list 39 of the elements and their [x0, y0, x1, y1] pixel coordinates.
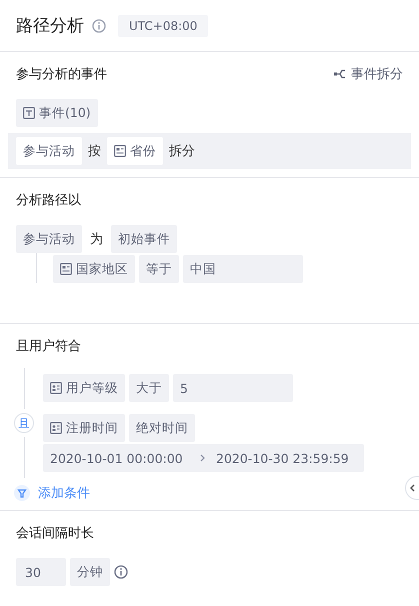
user-card-icon	[50, 422, 62, 434]
filter-icon	[14, 485, 30, 501]
property-icon	[60, 263, 72, 275]
logic-toggle[interactable]: 且	[14, 413, 34, 433]
user-property-chip[interactable]: 注册时间	[43, 414, 125, 442]
user-card-icon	[50, 382, 62, 394]
property-chip[interactable]: 国家地区	[53, 255, 135, 283]
property-icon	[114, 145, 126, 157]
condition-chip[interactable]: 等于	[139, 255, 179, 283]
value-field[interactable]: 中国	[183, 255, 303, 283]
interval-field[interactable]: 30	[16, 558, 66, 586]
unit-selector[interactable]: 分钟	[70, 558, 110, 586]
chevron-right-icon	[200, 454, 206, 462]
split-link[interactable]: 事件拆分	[334, 65, 403, 83]
info-icon[interactable]	[92, 18, 106, 32]
value-field[interactable]: 5	[173, 374, 293, 402]
condition-chip[interactable]: 参与活动	[16, 137, 82, 165]
event-chip[interactable]: 事件(10)	[16, 99, 98, 127]
property-chip[interactable]: 省份	[107, 137, 163, 165]
user-property-chip[interactable]: 用户等级	[43, 374, 125, 402]
condition-chip[interactable]: 参与活动	[16, 225, 82, 253]
condition-chip[interactable]: 绝对时间	[129, 414, 195, 442]
event-icon	[23, 107, 35, 119]
condition-chip[interactable]: 大于	[129, 374, 169, 402]
condition-chip[interactable]: 初始事件	[111, 225, 177, 253]
add-condition-link[interactable]: 添加条件	[14, 484, 403, 502]
section-title: 且用户符合	[16, 338, 82, 356]
connector-text: 按	[87, 143, 102, 160]
page-title: 路径分析	[16, 15, 84, 37]
section-title: 分析路径以	[16, 192, 82, 210]
section-title: 会话间隔时长	[16, 525, 95, 543]
section-title: 参与分析的事件	[16, 66, 107, 84]
split-icon	[334, 69, 346, 79]
timezone-badge[interactable]: UTC+08:00	[118, 14, 208, 36]
connector-text: 为	[89, 231, 104, 248]
connector-text: 拆分	[168, 143, 196, 160]
chevron-left-icon	[409, 484, 415, 492]
date-range-field[interactable]: 2020-10-01 00:00:00 2020-10-30 23:59:59	[43, 444, 364, 472]
info-icon[interactable]	[114, 565, 128, 579]
